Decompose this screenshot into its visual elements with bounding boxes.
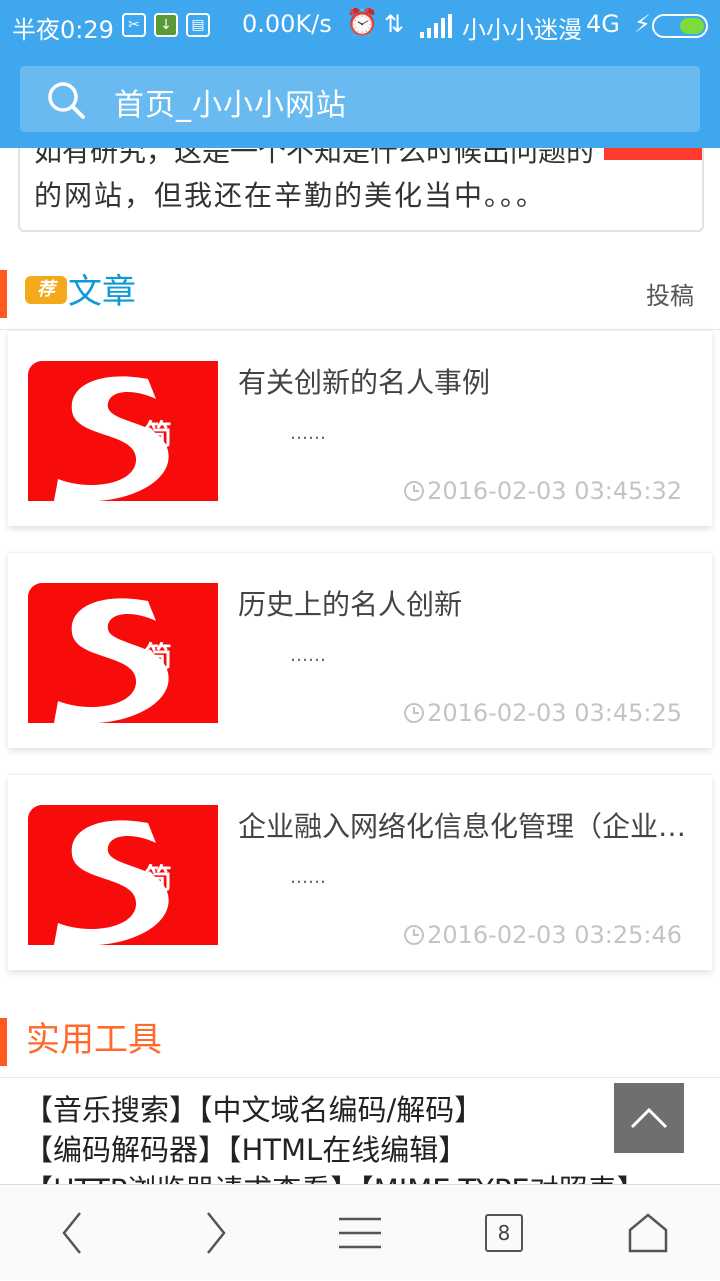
tabs-button[interactable]: 8 [432, 1185, 576, 1281]
article-excerpt: …… [290, 423, 326, 444]
article-excerpt: …… [290, 867, 326, 888]
article-thumbnail: 简 [28, 805, 218, 945]
download-icon: ↓ [154, 13, 178, 37]
article-title[interactable]: 有关创新的名人事例 [238, 361, 688, 401]
article-title[interactable]: 企业融入网络化信息化管理（企业管理） [238, 805, 688, 845]
tab-count: 8 [485, 1214, 523, 1252]
article-card[interactable]: 简 企业融入网络化信息化管理（企业管理） …… 2016-02-03 03:25… [8, 774, 712, 970]
chevron-left-icon [62, 1212, 81, 1254]
chevron-up-icon [630, 1107, 668, 1129]
search-bar[interactable]: 首页_小小小网站 [20, 66, 700, 132]
network-speed: 0.00K/s [242, 10, 332, 38]
battery-icon [652, 14, 708, 38]
home-button[interactable] [576, 1185, 720, 1281]
article-time: 2016-02-03 03:45:25 [403, 699, 682, 727]
network-type: 4G [586, 10, 620, 38]
clock-icon [404, 925, 425, 945]
article-thumbnail: 简 [28, 361, 218, 501]
article-timestamp: 2016-02-03 03:45:25 [427, 699, 682, 727]
app-icon: ✂ [122, 13, 146, 37]
recommend-badge-icon: 荐 [25, 276, 67, 304]
forward-button[interactable] [144, 1185, 288, 1281]
article-card[interactable]: 简 有关创新的名人事例 …… 2016-02-03 03:45:32 [8, 330, 712, 526]
signal-icon [420, 14, 452, 44]
article-timestamp: 2016-02-03 03:25:46 [427, 921, 682, 949]
article-excerpt: …… [290, 645, 326, 666]
status-bar: 半夜0:29 ✂ ↓ ▤ 0.00K/s ⏰ ⇅ 小小小迷漫 4G ⚡ [0, 0, 720, 52]
bottom-navigation: 8 [0, 1184, 720, 1280]
menu-button[interactable] [288, 1185, 432, 1281]
chevron-right-icon [207, 1212, 226, 1254]
data-transfer-icon: ⇅ [384, 10, 405, 38]
carrier-name: 小小小迷漫 [462, 16, 582, 44]
intro-text: 的网站，但我还在辛勤的美化当中。。。 [34, 179, 547, 212]
articles-section-title: 文章 [68, 272, 136, 312]
tools-section-header: 实用工具 [0, 1014, 720, 1078]
back-button[interactable] [0, 1185, 144, 1281]
section-accent-bar [0, 270, 7, 318]
menu-icon [339, 1217, 381, 1249]
clock-icon [404, 703, 425, 723]
charging-icon: ⚡ [634, 10, 651, 38]
thumbnail-char: 简 [144, 418, 173, 451]
article-time: 2016-02-03 03:25:46 [403, 921, 682, 949]
back-to-top-button[interactable] [614, 1083, 684, 1153]
home-icon [628, 1213, 668, 1253]
article-time: 2016-02-03 03:45:32 [403, 477, 682, 505]
article-title[interactable]: 历史上的名人创新 [238, 583, 688, 623]
clock-icon [404, 481, 425, 501]
search-icon [46, 80, 86, 124]
alarm-icon: ⏰ [346, 8, 379, 38]
search-text: 首页_小小小网站 [114, 88, 347, 123]
thumbnail-char: 简 [144, 862, 173, 895]
thumbnail-char: 简 [144, 640, 173, 673]
top-bar: 半夜0:29 ✂ ↓ ▤ 0.00K/s ⏰ ⇅ 小小小迷漫 4G ⚡ 首页_小… [0, 0, 720, 148]
section-accent-bar [0, 1018, 7, 1066]
status-time: 半夜0:29 [12, 16, 114, 44]
tools-section-title: 实用工具 [26, 1020, 162, 1060]
article-card[interactable]: 简 历史上的名人创新 …… 2016-02-03 03:45:25 [8, 552, 712, 748]
article-timestamp: 2016-02-03 03:45:32 [427, 477, 682, 505]
submit-article-link[interactable]: 投稿 [646, 276, 694, 311]
app-icon: ▤ [186, 13, 210, 37]
article-thumbnail: 简 [28, 583, 218, 723]
articles-section-header: 荐 文章 投稿 [0, 266, 720, 330]
